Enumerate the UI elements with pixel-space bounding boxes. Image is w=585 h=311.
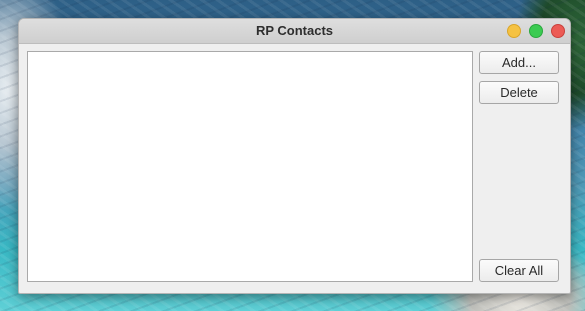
close-button[interactable] — [551, 24, 565, 38]
clear-all-button[interactable]: Clear All — [479, 259, 559, 282]
minimize-button[interactable] — [507, 24, 521, 38]
title-bar[interactable]: RP Contacts — [19, 19, 570, 44]
maximize-button[interactable] — [529, 24, 543, 38]
window-title: RP Contacts — [255, 23, 334, 38]
app-window: RP Contacts Add... Delete Clear All — [18, 18, 571, 294]
contacts-list[interactable] — [27, 51, 473, 282]
delete-button[interactable]: Delete — [479, 81, 559, 104]
add-button[interactable]: Add... — [479, 51, 559, 74]
